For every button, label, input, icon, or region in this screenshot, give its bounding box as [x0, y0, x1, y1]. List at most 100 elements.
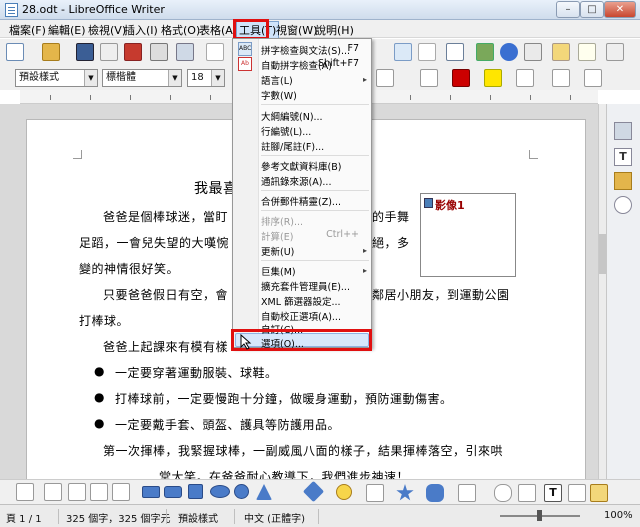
- menu-item-bibliography[interactable]: 參考文獻資料庫(B): [261, 159, 341, 173]
- menu-edit[interactable]: 編輯(E): [48, 22, 86, 38]
- font-size-box[interactable]: 18 ▼: [187, 69, 225, 87]
- doc-line: 只要爸爸假日有空，會: [103, 288, 229, 302]
- menu-view[interactable]: 檢視(V): [88, 22, 126, 38]
- callout-icon[interactable]: [426, 484, 444, 502]
- chevron-down-icon[interactable]: ▼: [84, 70, 97, 86]
- doc-line: 絕，多: [372, 236, 410, 250]
- vertical-scrollbar[interactable]: [598, 104, 606, 479]
- image-frame[interactable]: 影像1: [420, 193, 516, 277]
- menu-item-language[interactable]: 語言(L): [261, 73, 293, 87]
- curve-icon[interactable]: [68, 483, 86, 501]
- smiley-icon[interactable]: [336, 484, 352, 500]
- cut-icon[interactable]: [206, 43, 224, 61]
- menu-item-calculate[interactable]: 計算(E): [261, 229, 293, 243]
- font-name-box[interactable]: 標楷體 ▼: [102, 69, 182, 87]
- ellipse-icon[interactable]: [210, 485, 230, 498]
- image-label: 影像1: [435, 199, 465, 212]
- page-count: 頁 1 / 1: [6, 514, 42, 525]
- navigator-sidebar-icon[interactable]: [614, 196, 632, 214]
- star-icon[interactable]: [396, 484, 414, 501]
- menu-item-mail-merge[interactable]: 合併郵件精靈(Z)...: [261, 194, 341, 208]
- textbox-icon[interactable]: T: [544, 484, 562, 502]
- export-pdf-icon[interactable]: [124, 43, 142, 61]
- menu-item-line-numbering[interactable]: 行編號(L)...: [261, 124, 311, 138]
- rounded-rectangle-icon[interactable]: [164, 486, 182, 498]
- new-document-icon[interactable]: [6, 43, 24, 61]
- menu-item-spelling[interactable]: 拼字檢查與文法(S)...: [261, 43, 350, 57]
- close-button[interactable]: ✕: [604, 1, 636, 18]
- double-arrow-icon[interactable]: [366, 484, 384, 502]
- menu-item-options[interactable]: 選項(O)...: [261, 336, 304, 350]
- menu-item-xml-filter[interactable]: XML 篩選器設定...: [261, 294, 341, 308]
- menu-item-update[interactable]: 更新(U): [261, 244, 294, 258]
- align-right-icon[interactable]: [376, 69, 394, 87]
- flowchart-icon[interactable]: [458, 484, 476, 502]
- document-heading: 我最喜: [194, 181, 238, 197]
- indent-icon[interactable]: [552, 69, 570, 87]
- background-color-icon[interactable]: [516, 69, 534, 87]
- table-icon[interactable]: [446, 43, 464, 61]
- text-frame-icon[interactable]: [590, 484, 608, 502]
- print-preview-icon[interactable]: [176, 43, 194, 61]
- menu-help[interactable]: 說明(H): [315, 22, 354, 38]
- menu-insert[interactable]: 插入(I): [124, 22, 158, 38]
- chart-icon[interactable]: [500, 43, 518, 61]
- language-status[interactable]: 中文 (正體字): [244, 510, 305, 525]
- rectangle-icon[interactable]: [142, 486, 160, 498]
- wrench-icon[interactable]: [614, 122, 632, 140]
- navigator-icon[interactable]: [524, 43, 542, 61]
- extrusion-icon[interactable]: [568, 484, 586, 502]
- circle-icon[interactable]: [234, 484, 249, 499]
- polygon-icon[interactable]: [90, 483, 108, 501]
- line-icon[interactable]: [44, 483, 62, 501]
- styles-icon[interactable]: T: [614, 148, 632, 166]
- menu-file[interactable]: 檔案(F): [9, 22, 46, 38]
- menu-item-sort[interactable]: 排序(R)...: [261, 214, 303, 228]
- menu-item-macros[interactable]: 巨集(M): [261, 264, 296, 278]
- fontwork-icon[interactable]: [518, 484, 536, 502]
- edit-file-icon[interactable]: [100, 43, 118, 61]
- minimize-button[interactable]: –: [556, 1, 580, 18]
- menu-item-customize[interactable]: 自訂(C)...: [261, 322, 303, 336]
- menu-tools[interactable]: 工具(T): [236, 21, 280, 39]
- zoom-slider-thumb[interactable]: [537, 510, 542, 521]
- square-icon[interactable]: [188, 484, 203, 499]
- gallery-icon[interactable]: [552, 43, 570, 61]
- open-folder-icon[interactable]: [42, 43, 60, 61]
- menu-item-extension-manager[interactable]: 擴充套件管理員(E)...: [261, 279, 350, 293]
- font-color-icon[interactable]: [452, 69, 470, 87]
- menu-window[interactable]: 視窗(W): [276, 22, 317, 38]
- highlight-icon[interactable]: [484, 69, 502, 87]
- gallery-sidebar-icon[interactable]: [614, 172, 632, 190]
- menu-format[interactable]: 格式(O): [161, 22, 200, 38]
- select-arrow-icon[interactable]: [16, 483, 34, 501]
- abc-autospell-icon[interactable]: [394, 43, 412, 61]
- menu-item-address-book[interactable]: 通訊錄來源(A)...: [261, 174, 331, 188]
- zoom-level[interactable]: 100%: [604, 510, 633, 521]
- doc-line: 爸爸是個棒球迷，當盯: [103, 210, 229, 224]
- menu-item-wordcount[interactable]: 字數(W): [261, 88, 297, 102]
- scrollbar-thumb[interactable]: [599, 234, 606, 274]
- speech-bubble-icon[interactable]: [494, 484, 512, 502]
- freeform-icon[interactable]: [112, 483, 130, 501]
- menu-item-outline-numbering[interactable]: 大綱編號(N)...: [261, 109, 323, 123]
- zoom-icon[interactable]: [606, 43, 624, 61]
- formatting-marks-icon[interactable]: [418, 43, 436, 61]
- menu-table[interactable]: 表格(A): [199, 22, 237, 38]
- image-icon[interactable]: [476, 43, 494, 61]
- maximize-button[interactable]: □: [580, 1, 604, 18]
- datasources-icon[interactable]: [578, 43, 596, 61]
- menu-item-footnotes[interactable]: 註腳/尾註(F)...: [261, 139, 324, 153]
- print-icon[interactable]: [150, 43, 168, 61]
- bullets-icon[interactable]: [420, 69, 438, 87]
- paragraph-style-box[interactable]: 預設樣式 ▼: [15, 69, 98, 87]
- doc-line: 打棒球。: [79, 314, 130, 328]
- menu-item-autocorrect[interactable]: 自動校正選項(A)...: [261, 309, 341, 323]
- save-icon[interactable]: [76, 43, 94, 61]
- diamond-icon[interactable]: [302, 480, 325, 503]
- chevron-down-icon[interactable]: ▼: [211, 70, 224, 86]
- page-style: 預設樣式: [178, 514, 218, 525]
- line-spacing-icon[interactable]: [584, 69, 602, 87]
- triangle-icon[interactable]: [256, 484, 272, 500]
- chevron-down-icon[interactable]: ▼: [168, 70, 181, 86]
